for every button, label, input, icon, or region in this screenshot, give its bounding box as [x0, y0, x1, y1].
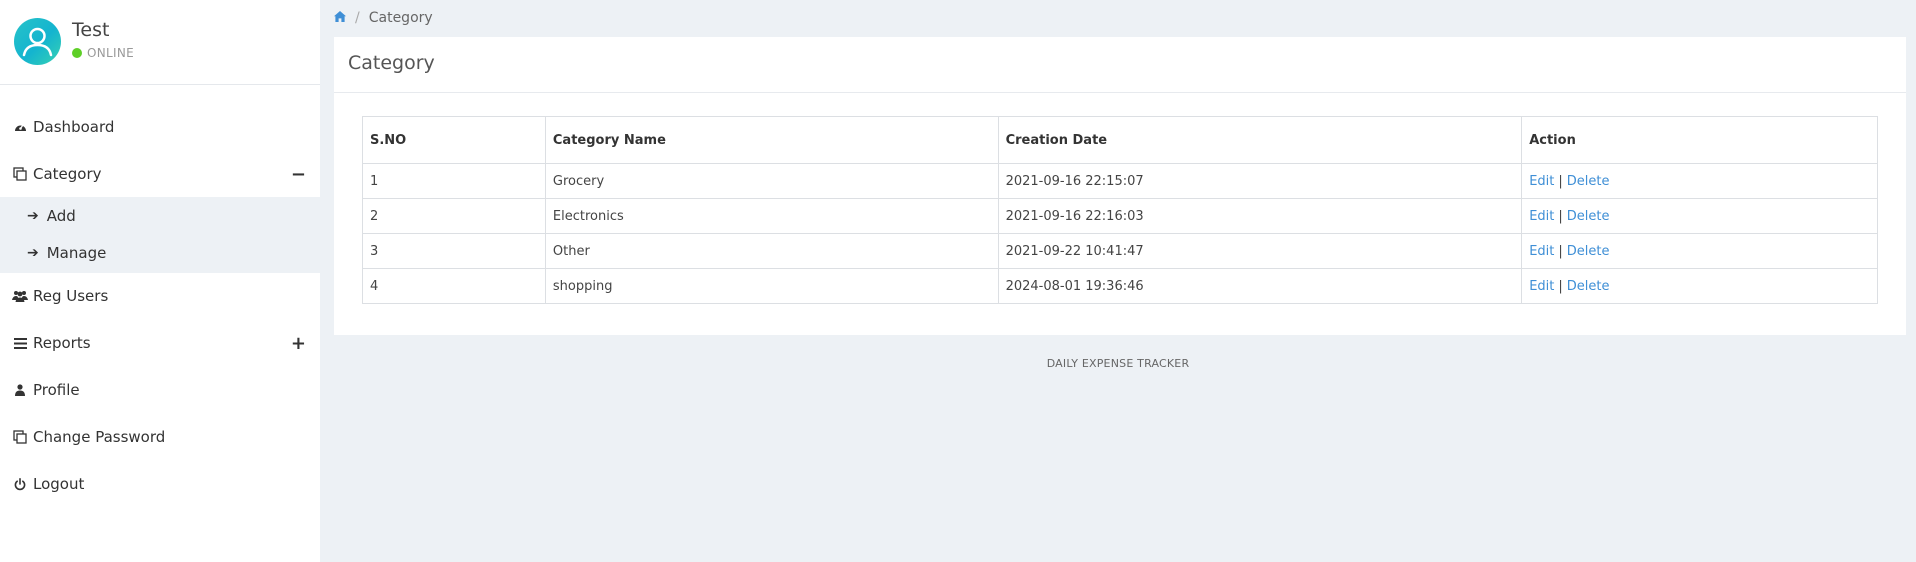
- cell-category-name: Electronics: [544, 198, 999, 234]
- breadcrumb: / Category: [334, 8, 433, 28]
- column-header: S.NO: [362, 116, 546, 164]
- table-header-row: S.NO Category Name Creation Date Action: [362, 116, 1878, 164]
- breadcrumb-separator: /: [355, 10, 360, 26]
- list-icon: [12, 337, 28, 349]
- action-separator: |: [1558, 208, 1563, 224]
- avatar: [14, 18, 61, 65]
- sidebar-item-profile[interactable]: Profile: [0, 370, 320, 410]
- action-separator: |: [1558, 243, 1563, 259]
- online-status: ONLINE: [72, 46, 134, 60]
- cell-creation-date: 2021-09-22 10:41:47: [997, 233, 1523, 269]
- user-avatar-icon: [22, 27, 53, 57]
- user-icon: [12, 384, 28, 396]
- collapse-icon[interactable]: −: [291, 164, 306, 185]
- sidebar-item-reports[interactable]: Reports +: [0, 323, 320, 363]
- cell-action: Edit | Delete: [1521, 233, 1878, 269]
- action-separator: |: [1558, 173, 1563, 189]
- footer-text: DAILY EXPENSE TRACKER: [1046, 357, 1190, 370]
- cell-creation-date: 2024-08-01 19:36:46: [997, 268, 1523, 304]
- submenu-item-manage[interactable]: ➔ Manage: [0, 235, 320, 271]
- cell-sno: 4: [362, 268, 546, 304]
- sidebar-item-label: Dashboard: [33, 118, 115, 136]
- sidebar-item-reg-users[interactable]: Reg Users: [0, 276, 320, 316]
- sidebar-item-dashboard[interactable]: Dashboard: [0, 107, 320, 147]
- sidebar-item-category[interactable]: Category −: [0, 154, 320, 194]
- category-panel: Category S.NO Category Name Creation Dat…: [334, 37, 1906, 335]
- submenu-item-label: Manage: [46, 244, 107, 262]
- delete-link[interactable]: Delete: [1567, 174, 1610, 189]
- user-profile: Test ONLINE: [0, 0, 320, 85]
- user-name: Test: [72, 19, 110, 41]
- sidebar-item-label: Change Password: [33, 428, 166, 446]
- edit-link[interactable]: Edit: [1529, 174, 1554, 189]
- table-row: 1 Grocery 2021-09-16 22:15:07 Edit | Delet…: [362, 163, 1878, 199]
- category-table: S.NO Category Name Creation Date Action …: [362, 116, 1878, 304]
- sidebar: Test ONLINE Dashboard Category − ➔ Add ➔…: [0, 0, 320, 562]
- cell-action: Edit | Delete: [1521, 198, 1878, 234]
- table-row: 4 shopping 2024-08-01 19:36:46 Edit | Dele…: [362, 268, 1878, 304]
- cell-sno: 3: [362, 233, 546, 269]
- cell-creation-date: 2021-09-16 22:16:03: [997, 198, 1523, 234]
- power-icon: [12, 477, 28, 491]
- sidebar-item-label: Category: [33, 165, 102, 183]
- cell-action: Edit | Delete: [1521, 268, 1878, 304]
- cell-action: Edit | Delete: [1521, 163, 1878, 199]
- expand-icon[interactable]: +: [291, 333, 306, 354]
- cell-category-name: Other: [544, 233, 999, 269]
- edit-link[interactable]: Edit: [1529, 244, 1554, 259]
- column-header: Category Name: [544, 116, 999, 164]
- column-header: Action: [1521, 116, 1878, 164]
- online-dot-icon: [72, 48, 82, 58]
- table-row: 2 Electronics 2021-09-16 22:16:03 Edit | D…: [362, 198, 1878, 234]
- cell-category-name: Grocery: [544, 163, 999, 199]
- cell-sno: 1: [362, 163, 546, 199]
- delete-link[interactable]: Delete: [1567, 244, 1610, 259]
- status-label: ONLINE: [87, 46, 135, 60]
- arrow-right-icon: ➔: [27, 245, 39, 261]
- dashboard-icon: [12, 121, 28, 133]
- delete-link[interactable]: Delete: [1567, 279, 1610, 294]
- cell-creation-date: 2021-09-16 22:15:07: [997, 163, 1523, 199]
- sidebar-item-logout[interactable]: Logout: [0, 464, 320, 504]
- edit-link[interactable]: Edit: [1529, 209, 1554, 224]
- submenu-item-label: Add: [46, 207, 76, 225]
- arrow-right-icon: ➔: [27, 208, 39, 224]
- column-header: Creation Date: [997, 116, 1523, 164]
- sidebar-item-label: Reg Users: [33, 287, 109, 305]
- table-row: 3 Other 2021-09-22 10:41:47 Edit | Delete: [362, 233, 1878, 269]
- cell-category-name: shopping: [544, 268, 999, 304]
- sidebar-item-label: Profile: [33, 381, 80, 399]
- category-submenu: ➔ Add ➔ Manage: [0, 197, 320, 273]
- sidebar-item-label: Reports: [33, 334, 91, 352]
- sidebar-item-label: Logout: [33, 475, 85, 493]
- panel-header: Category: [334, 37, 1906, 93]
- submenu-item-add[interactable]: ➔ Add: [0, 198, 320, 234]
- action-separator: |: [1558, 278, 1563, 294]
- page-title: Category: [348, 52, 435, 74]
- delete-link[interactable]: Delete: [1567, 209, 1610, 224]
- breadcrumb-current: Category: [368, 10, 433, 26]
- copy-icon: [12, 430, 28, 444]
- edit-link[interactable]: Edit: [1529, 279, 1554, 294]
- sidebar-item-change-password[interactable]: Change Password: [0, 417, 320, 457]
- home-icon[interactable]: [334, 10, 346, 26]
- copy-icon: [12, 167, 28, 181]
- cell-sno: 2: [362, 198, 546, 234]
- users-icon: [12, 290, 28, 302]
